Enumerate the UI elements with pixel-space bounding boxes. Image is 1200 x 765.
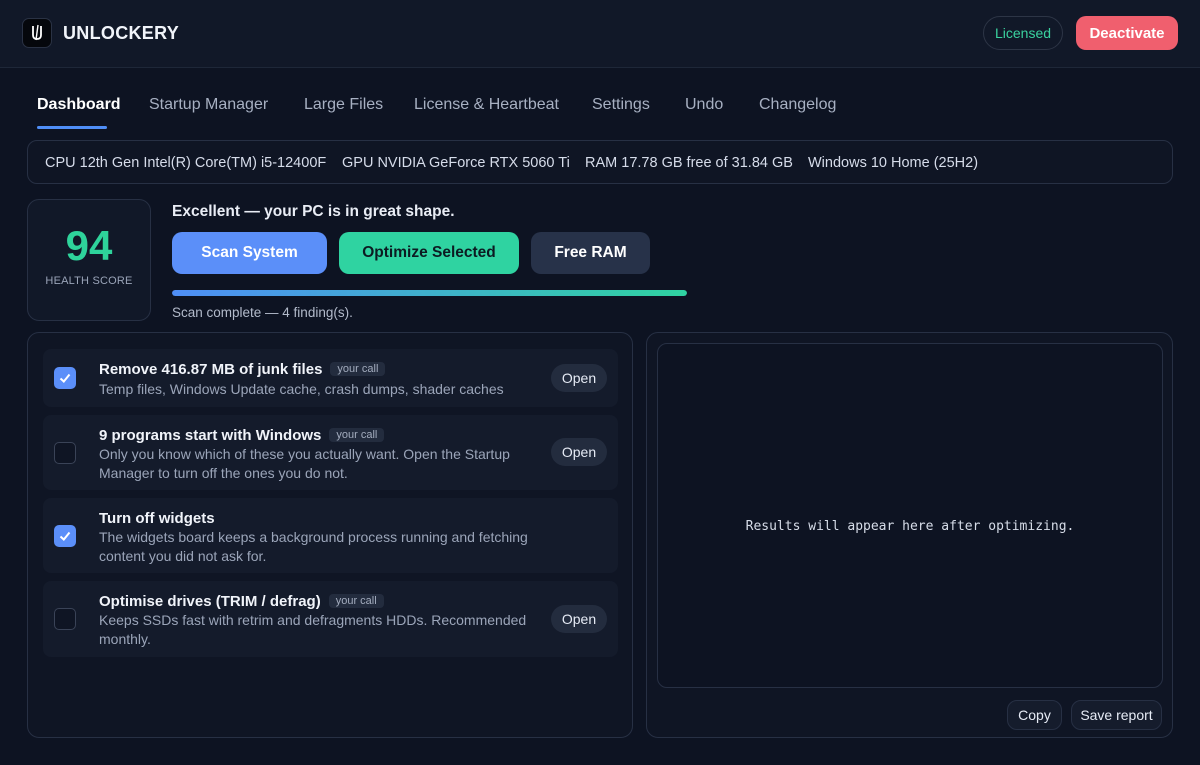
checkmark-icon xyxy=(59,531,71,541)
main-tabs: Dashboard Startup Manager Large Files Li… xyxy=(0,96,1200,132)
scan-status-text: Scan complete — 4 finding(s). xyxy=(172,305,353,320)
unlockery-logo-icon xyxy=(22,18,52,48)
finding-title-text: Optimise drives (TRIM / defrag) xyxy=(99,593,321,610)
active-tab-indicator xyxy=(37,126,107,129)
finding-item-startup-programs: 9 programs start with Windows your call O… xyxy=(43,415,618,490)
finding-description: The widgets board keeps a background pro… xyxy=(99,529,528,564)
license-status-badge: Licensed xyxy=(983,16,1063,50)
results-placeholder: Results will appear here after optimizin… xyxy=(745,519,1075,534)
finding-checkbox-startup-programs[interactable] xyxy=(54,442,76,464)
finding-title: Optimise drives (TRIM / defrag) your call xyxy=(99,593,384,610)
app-title: UNLOCKERY xyxy=(63,23,180,43)
health-score-label: HEALTH SCORE xyxy=(45,275,133,287)
app-header: UNLOCKERY Licensed Deactivate xyxy=(0,0,1200,68)
health-score-value: 94 xyxy=(65,222,113,269)
tab-startup-manager[interactable]: Startup Manager xyxy=(149,96,268,130)
finding-checkbox-optimise-drives[interactable] xyxy=(54,608,76,630)
cpu-info: CPU 12th Gen Intel(R) Core(TM) i5-12400F xyxy=(45,155,327,171)
tab-changelog[interactable]: Changelog xyxy=(759,96,836,130)
scan-progress-bar xyxy=(172,290,687,296)
tab-dashboard[interactable]: Dashboard xyxy=(37,96,121,130)
tab-license-heartbeat[interactable]: License & Heartbeat xyxy=(414,96,559,130)
finding-title: 9 programs start with Windows your call xyxy=(99,427,385,444)
finding-title-text: Remove 416.87 MB of junk files xyxy=(99,361,323,378)
finding-checkbox-junk-files[interactable] xyxy=(54,367,76,389)
ram-info: RAM 17.78 GB free of 31.84 GB xyxy=(585,155,793,171)
free-ram-button[interactable]: Free RAM xyxy=(531,232,650,274)
health-score-card: 94 HEALTH SCORE xyxy=(27,199,151,321)
finding-item-optimise-drives: Optimise drives (TRIM / defrag) your call… xyxy=(43,581,618,657)
tab-settings[interactable]: Settings xyxy=(592,96,650,130)
finding-item-junk-files: Remove 416.87 MB of junk files your call … xyxy=(43,349,618,407)
finding-title: Remove 416.87 MB of junk files your call xyxy=(99,361,386,378)
system-info-bar: CPU 12th Gen Intel(R) Core(TM) i5-12400F… xyxy=(27,140,1173,184)
deactivate-button[interactable]: Deactivate xyxy=(1076,16,1178,50)
your-call-badge: your call xyxy=(329,428,385,442)
gpu-info: GPU NVIDIA GeForce RTX 5060 Ti xyxy=(342,155,570,171)
finding-description: Keeps SSDs fast with retrim and defragme… xyxy=(99,612,527,647)
finding-checkbox-widgets[interactable] xyxy=(54,525,76,547)
save-report-button[interactable]: Save report xyxy=(1071,700,1162,730)
finding-title: Turn off widgets xyxy=(99,510,215,527)
open-junk-files-button[interactable]: Open xyxy=(551,364,607,392)
findings-panel: Remove 416.87 MB of junk files your call … xyxy=(27,332,633,738)
open-startup-manager-button[interactable]: Open xyxy=(551,438,607,466)
scan-progress-fill xyxy=(172,290,687,296)
open-optimise-drives-button[interactable]: Open xyxy=(551,605,607,633)
copy-button[interactable]: Copy xyxy=(1007,700,1062,730)
finding-item-widgets: Turn off widgets The widgets board keeps… xyxy=(43,498,618,573)
results-output[interactable]: Results will appear here after optimizin… xyxy=(657,343,1163,688)
tab-undo[interactable]: Undo xyxy=(685,96,723,130)
your-call-badge: your call xyxy=(330,362,386,376)
checkmark-icon xyxy=(59,373,71,383)
results-panel: Results will appear here after optimizin… xyxy=(646,332,1173,738)
os-info: Windows 10 Home (25H2) xyxy=(808,155,979,171)
finding-description: Temp files, Windows Update cache, crash … xyxy=(99,381,504,397)
your-call-badge: your call xyxy=(328,594,384,608)
optimize-selected-button[interactable]: Optimize Selected xyxy=(339,232,519,274)
health-status-message: Excellent — your PC is in great shape. xyxy=(172,203,455,220)
finding-title-text: 9 programs start with Windows xyxy=(99,427,322,444)
scan-system-button[interactable]: Scan System xyxy=(172,232,327,274)
tab-large-files[interactable]: Large Files xyxy=(304,96,383,130)
finding-description: Only you know which of these you actuall… xyxy=(99,446,510,481)
